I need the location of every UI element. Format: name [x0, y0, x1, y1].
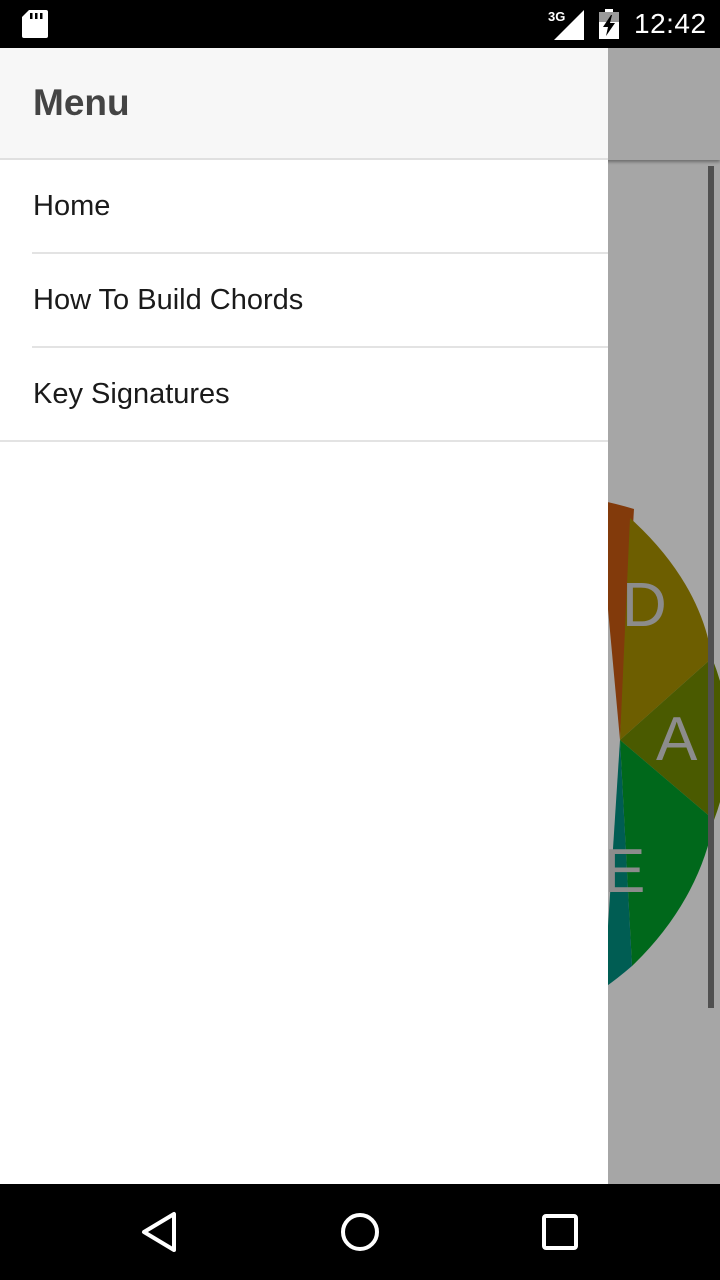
system-nav-bar: [0, 1184, 720, 1280]
menu-item-label: Key Signatures: [33, 378, 230, 410]
drawer-title: Menu: [33, 82, 130, 123]
sd-card-icon: [22, 10, 48, 38]
menu-item-home[interactable]: Home: [0, 160, 608, 252]
drawer-header: Menu: [0, 48, 608, 160]
home-icon[interactable]: [336, 1208, 384, 1256]
signal-icon: [554, 10, 584, 40]
recents-icon[interactable]: [536, 1208, 584, 1256]
clock: 12:42: [634, 8, 707, 39]
battery-charging-icon: [599, 9, 619, 39]
menu-item-how-to-build-chords[interactable]: How To Build Chords: [0, 254, 608, 346]
navigation-drawer: Menu Home How To Build Chords Key Signat…: [0, 48, 608, 1184]
menu-item-label: How To Build Chords: [33, 284, 304, 316]
menu-item-label: Home: [33, 190, 111, 222]
back-icon[interactable]: [136, 1208, 184, 1256]
status-bar: 3G 12:42: [0, 0, 720, 48]
divider: [0, 440, 608, 442]
drawer-menu: Home How To Build Chords Key Signatures: [0, 160, 608, 442]
menu-item-key-signatures[interactable]: Key Signatures: [0, 348, 608, 440]
